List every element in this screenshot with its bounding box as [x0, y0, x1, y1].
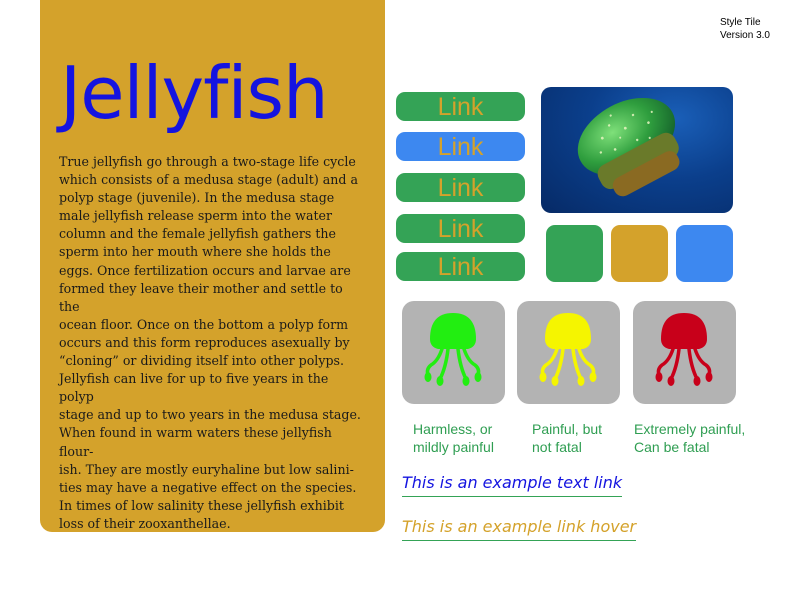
body-paragraph: True jellyfish go through a two-stage li…: [59, 154, 361, 531]
jellyfish-photo: [541, 87, 733, 213]
jellyfish-icon: [655, 313, 713, 386]
example-text-link[interactable]: This is an example text link: [402, 473, 623, 497]
swatch-gold: [611, 225, 668, 282]
page-title: Jellyfish: [60, 51, 329, 135]
pain-card-mild: [402, 301, 505, 404]
pain-card-severe: [633, 301, 736, 404]
style-tile-title: Style Tile: [719, 17, 761, 28]
link-button-3[interactable]: Link: [396, 173, 525, 202]
pain-card-moderate: [517, 301, 620, 404]
link-button-4[interactable]: Link: [396, 214, 525, 243]
style-tile-version: Version 3.0: [719, 30, 770, 41]
example-link-hover[interactable]: This is an example link hover: [402, 517, 637, 541]
link-button-1[interactable]: Link: [396, 92, 525, 121]
swatch-blue: [676, 225, 733, 282]
jellyfish-icon: [424, 313, 482, 386]
pain-caption-severe: Extremely painful, Can be fatal: [634, 421, 746, 455]
swatch-green: [546, 225, 603, 282]
link-button-5[interactable]: Link: [396, 252, 525, 281]
pain-caption-moderate: Painful, but not fatal: [532, 421, 603, 455]
style-tile-label: Style Tile Version 3.0: [720, 16, 770, 42]
pain-caption-mild: Harmless, or mildly painful: [413, 421, 494, 455]
jellyfish-icon: [539, 313, 597, 386]
link-button-2[interactable]: Link: [396, 132, 525, 161]
